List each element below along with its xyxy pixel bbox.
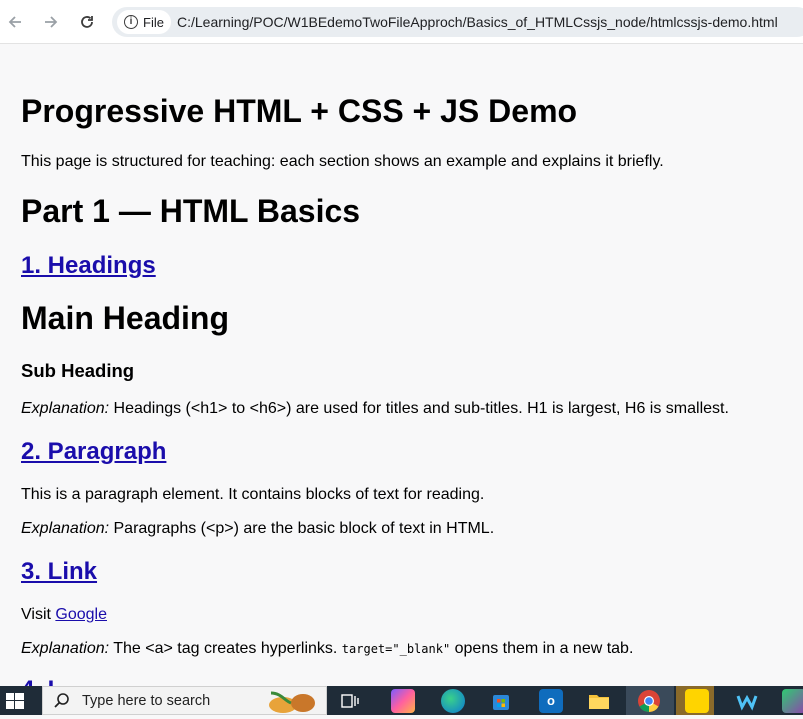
explanation-text: Paragraphs (<p>) are the basic block of … bbox=[109, 520, 495, 537]
sub-heading-example: Sub Heading bbox=[21, 360, 135, 381]
paragraph-explanation: Explanation: Paragraphs (<p>) are the ba… bbox=[21, 520, 494, 538]
part1-heading: Part 1 — HTML Basics bbox=[21, 193, 361, 229]
paragraph-example: This is a paragraph element. It contains… bbox=[21, 486, 485, 503]
search-icon bbox=[53, 692, 71, 715]
explanation-label: Explanation: bbox=[21, 520, 110, 537]
section-paragraph-title[interactable]: 2. Paragraph bbox=[21, 438, 166, 466]
taskbar-search-box[interactable]: Type here to search bbox=[42, 686, 327, 715]
chrome-icon[interactable] bbox=[637, 689, 661, 713]
reload-icon[interactable] bbox=[74, 9, 100, 35]
code-snippet: target="_blank" bbox=[341, 642, 451, 656]
browser-toolbar: i File C:/Learning/POC/W1BEdemoTwoFileAp… bbox=[0, 0, 803, 44]
app-icon[interactable] bbox=[782, 689, 803, 713]
back-arrow-icon[interactable] bbox=[2, 9, 28, 35]
forward-arrow-icon[interactable] bbox=[38, 9, 64, 35]
url-text[interactable]: C:/Learning/POC/W1BEdemoTwoFileApproch/B… bbox=[177, 14, 778, 30]
webex-icon[interactable] bbox=[735, 689, 759, 713]
store-icon[interactable] bbox=[489, 689, 513, 713]
explanation-label: Explanation: bbox=[21, 640, 110, 657]
section-headings-title[interactable]: 1. Headings bbox=[21, 252, 156, 280]
site-info-chip[interactable]: i File bbox=[117, 10, 171, 34]
windows-taskbar: Type here to search o bbox=[0, 686, 803, 715]
explanation-text: The <a> tag creates hyperlinks. bbox=[109, 640, 342, 657]
headings-explanation: Explanation: Headings (<h1> to <h6>) are… bbox=[21, 400, 729, 418]
explanation-text-2: opens them in a new tab. bbox=[450, 640, 634, 657]
info-icon: i bbox=[124, 15, 138, 29]
file-explorer-icon[interactable] bbox=[587, 689, 611, 713]
intro-paragraph: This page is structured for teaching: ea… bbox=[21, 153, 664, 170]
task-view-icon[interactable] bbox=[341, 693, 359, 714]
explanation-label: Explanation: bbox=[21, 400, 110, 417]
page-title: Progressive HTML + CSS + JS Demo bbox=[21, 93, 578, 129]
edge-icon[interactable] bbox=[441, 689, 465, 713]
link-explanation: Explanation: The <a> tag creates hyperli… bbox=[21, 640, 633, 658]
link-example: Visit Google bbox=[21, 606, 107, 624]
outlook-icon[interactable]: o bbox=[539, 689, 563, 713]
sticky-notes-icon[interactable] bbox=[685, 689, 709, 713]
address-bar[interactable]: i File C:/Learning/POC/W1BEdemoTwoFileAp… bbox=[112, 7, 803, 37]
section-link-title[interactable]: 3. Link bbox=[21, 558, 97, 586]
file-label: File bbox=[143, 14, 164, 30]
search-highlight-icon bbox=[263, 689, 323, 714]
explanation-text: Headings (<h1> to <h6>) are used for tit… bbox=[109, 400, 729, 417]
visit-prefix: Visit bbox=[21, 606, 56, 623]
windows-start-icon[interactable] bbox=[6, 693, 24, 709]
copilot-icon[interactable] bbox=[391, 689, 415, 713]
google-link[interactable]: Google bbox=[55, 606, 107, 623]
search-placeholder: Type here to search bbox=[82, 693, 211, 709]
main-heading-example: Main Heading bbox=[21, 300, 230, 336]
